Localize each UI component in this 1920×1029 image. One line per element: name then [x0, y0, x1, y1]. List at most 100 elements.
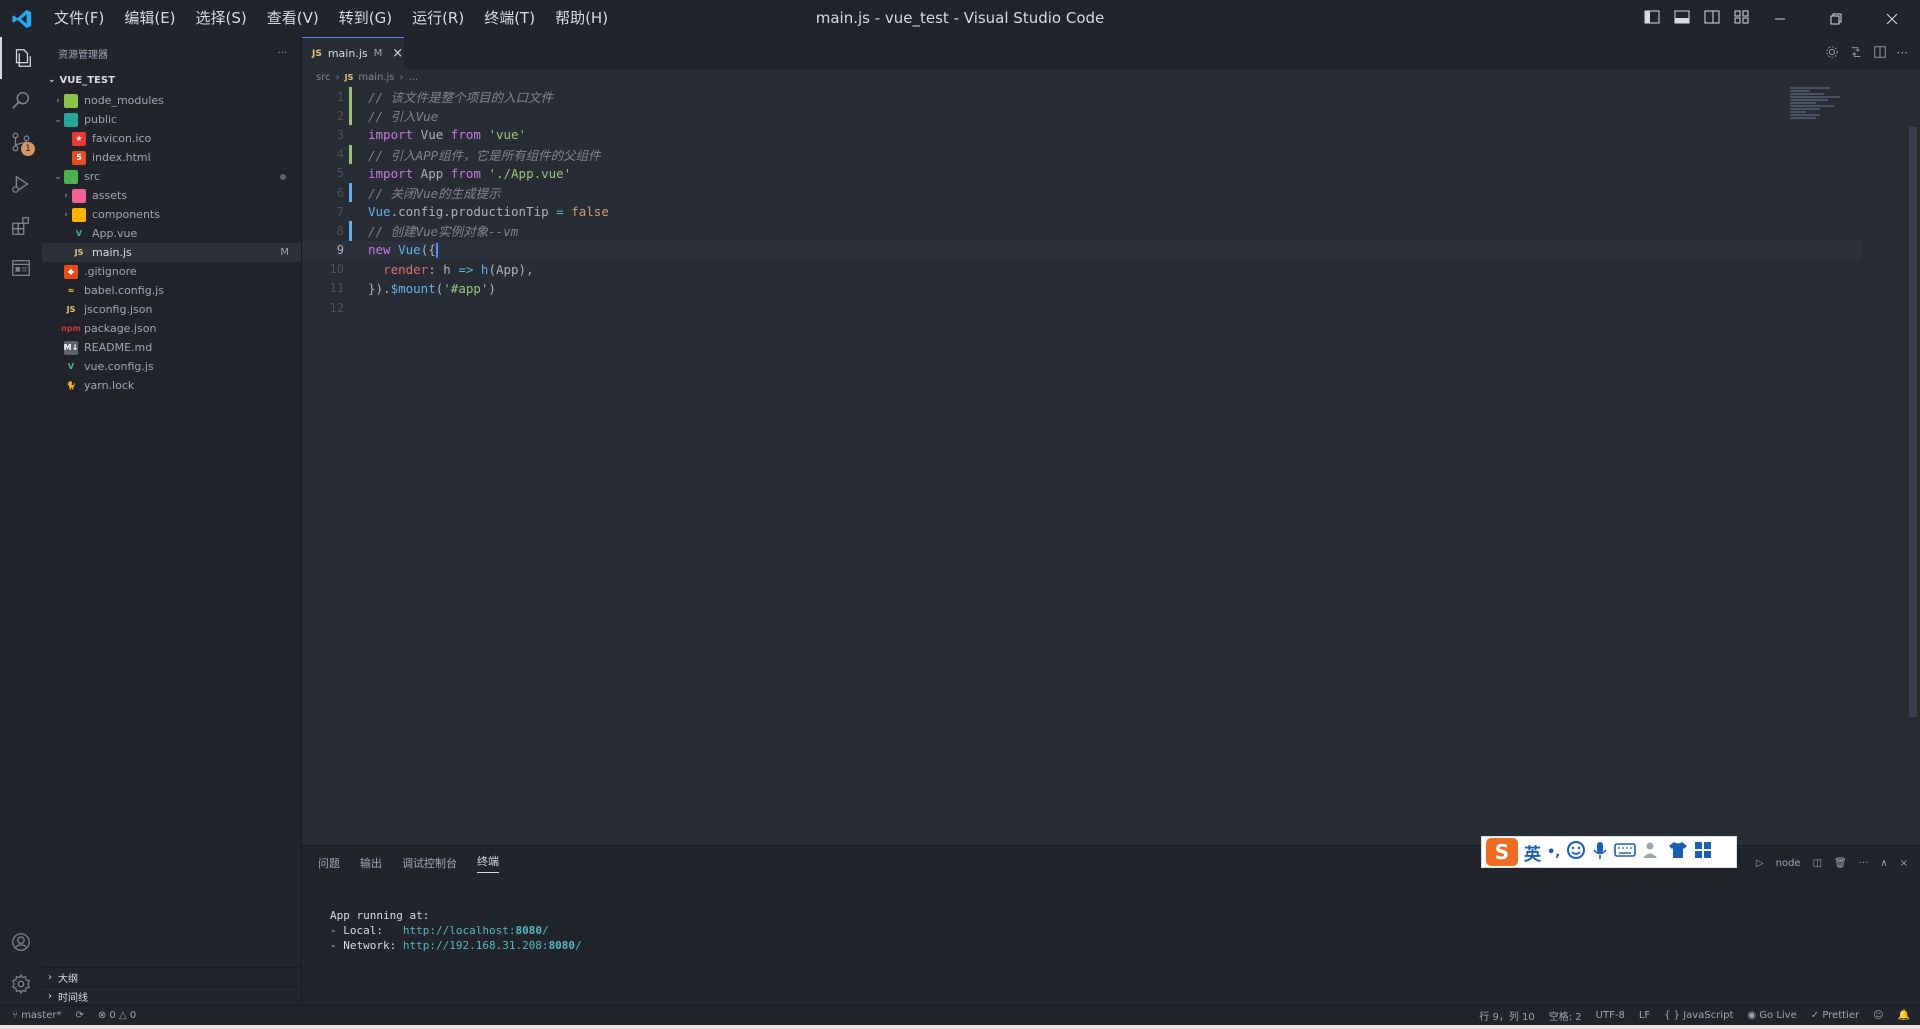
breadcrumb-symbol[interactable]: ...	[409, 72, 419, 83]
menu-view[interactable]: 查看(V)	[257, 0, 329, 37]
remote-explorer-icon[interactable]	[0, 247, 42, 289]
sogou-logo-icon[interactable]: S	[1486, 838, 1518, 866]
tree-item[interactable]: › assets	[42, 186, 301, 205]
tree-item[interactable]: ◆ .gitignore	[42, 262, 301, 281]
menu-help[interactable]: 帮助(H)	[545, 0, 618, 37]
search-icon[interactable]	[0, 79, 42, 121]
local-port[interactable]: 8080	[515, 924, 542, 937]
notifications-bell-icon[interactable]: 🔔	[1898, 1010, 1910, 1021]
settings-gear-icon[interactable]	[0, 963, 42, 1005]
close-window-icon[interactable]	[1864, 0, 1920, 37]
code-line[interactable]: 1 // 该文件是整个项目的入口文件	[302, 87, 1862, 107]
code-line[interactable]: 7 Vue.config.productionTip = false	[302, 202, 1862, 221]
more-actions-icon[interactable]: ···	[1859, 858, 1869, 869]
customize-layout-icon[interactable]	[1734, 9, 1750, 29]
breadcrumb-file[interactable]: main.js	[358, 72, 394, 83]
source-control-icon[interactable]: 1	[0, 121, 42, 163]
tree-item[interactable]: 🐈 yarn.lock	[42, 376, 301, 395]
menu-go[interactable]: 转到(G)	[329, 0, 402, 37]
tab-debug-console[interactable]: 调试控制台	[402, 855, 457, 871]
breadcrumb-src[interactable]: src	[316, 72, 331, 83]
sync-icon[interactable]: ⟳	[75, 1010, 83, 1021]
tab-terminal[interactable]: 终端	[477, 853, 499, 873]
code-line[interactable]: 8 // 创建Vue实例对象--vm	[302, 221, 1862, 241]
local-url-tail[interactable]: /	[542, 924, 549, 937]
go-live[interactable]: ◉ Go Live	[1747, 1010, 1796, 1021]
prettier[interactable]: ✓ Prettier	[1811, 1010, 1859, 1021]
skin-shirt-icon[interactable]	[1668, 841, 1688, 863]
tree-item[interactable]: ★ favicon.ico	[42, 129, 301, 148]
open-changes-icon[interactable]	[1849, 44, 1863, 63]
extensions-icon[interactable]	[0, 205, 42, 247]
menu-file[interactable]: 文件(F)	[44, 0, 114, 37]
close-panel-icon[interactable]: ×	[1900, 858, 1908, 869]
tree-item[interactable]: ⌄ src	[42, 167, 301, 186]
tree-item[interactable]: › components	[42, 205, 301, 224]
menu-terminal[interactable]: 终端(T)	[474, 0, 545, 37]
more-actions-icon[interactable]: ···	[277, 48, 287, 59]
tree-item[interactable]: V App.vue	[42, 224, 301, 243]
scrollbar-thumb[interactable]	[1909, 127, 1917, 717]
minimap[interactable]	[1790, 87, 1850, 127]
minimize-icon[interactable]	[1752, 0, 1808, 37]
menu-selection[interactable]: 选择(S)	[186, 0, 257, 37]
ime-mode[interactable]: 英	[1524, 840, 1541, 865]
toggle-secondary-sidebar-icon[interactable]	[1704, 9, 1720, 29]
tab-problems[interactable]: 问题	[318, 855, 340, 871]
accounts-icon[interactable]	[0, 921, 42, 963]
code-editor[interactable]: 1 // 该文件是整个项目的入口文件 2 // 引入Vue 3 import Vue fr…	[302, 87, 1862, 317]
code-line[interactable]: 6 // 关闭Vue的生成提示	[302, 182, 1862, 203]
tree-item[interactable]: M↓ README.md	[42, 338, 301, 357]
toggle-panel-icon[interactable]	[1674, 9, 1690, 29]
indentation[interactable]: 空格: 2	[1549, 1008, 1582, 1023]
added-line-marker[interactable]	[349, 87, 352, 107]
tab-output[interactable]: 输出	[360, 855, 382, 871]
added-line-marker[interactable]	[349, 106, 352, 126]
keyboard-icon[interactable]	[1614, 842, 1637, 862]
terminal-output[interactable]: App running at: - Local: http://localhos…	[330, 908, 582, 953]
maximize-panel-icon[interactable]: ∧	[1880, 858, 1887, 869]
tab-main-js[interactable]: JS main.js M ×	[302, 37, 404, 69]
tree-item[interactable]: Vvue.config.js	[42, 357, 301, 376]
local-url[interactable]: http://localhost:	[403, 924, 516, 937]
network-url[interactable]: http://192.168.31.208:	[403, 939, 549, 952]
menu-run[interactable]: 运行(R)	[402, 0, 474, 37]
split-editor-icon[interactable]	[1873, 44, 1887, 63]
timeline-section[interactable]: › 时间线	[42, 986, 301, 1005]
toggle-sidebar-icon[interactable]	[1644, 9, 1660, 29]
branch-status[interactable]: ⑂ master*	[12, 1010, 61, 1021]
code-line[interactable]: 5 import App from './App.vue'	[302, 164, 1862, 183]
tree-item[interactable]: ⌄ public	[42, 110, 301, 129]
tree-item[interactable]: ≈ babel.config.js	[42, 281, 301, 300]
emoji-icon[interactable]	[1566, 840, 1586, 864]
code-line[interactable]: 3 import Vue from 'vue'	[302, 125, 1862, 144]
split-terminal-icon[interactable]: ◫	[1813, 858, 1822, 869]
modified-line-marker[interactable]	[349, 221, 352, 241]
terminal-shell-label[interactable]: node	[1776, 858, 1801, 869]
user-icon[interactable]	[1642, 841, 1662, 863]
ime-punct[interactable]: •,	[1547, 845, 1560, 860]
vertical-scrollbar[interactable]	[1906, 87, 1920, 717]
explorer-icon[interactable]	[0, 37, 42, 79]
close-tab-icon[interactable]: ×	[392, 46, 403, 61]
tree-item[interactable]: › node_modules	[42, 91, 301, 110]
problems-status[interactable]: ⊗ 0 △ 0	[98, 1010, 136, 1021]
toolbox-grid-icon[interactable]	[1694, 841, 1712, 863]
added-line-marker[interactable]	[349, 144, 352, 164]
code-line[interactable]: 4 // 引入APP组件，它是所有组件的父组件	[302, 144, 1862, 164]
code-line[interactable]: 2 // 引入Vue	[302, 106, 1862, 126]
code-line[interactable]: 11}).$mount('#app')	[302, 279, 1862, 298]
tree-item[interactable]: JS main.js M	[42, 243, 301, 262]
encoding[interactable]: UTF-8	[1596, 1010, 1625, 1021]
tree-item[interactable]: JS jsconfig.json	[42, 300, 301, 319]
code-line[interactable]: 10 render: h => h(App),	[302, 260, 1862, 279]
run-debug-icon[interactable]	[0, 163, 42, 205]
tree-item[interactable]: 5 index.html	[42, 148, 301, 167]
end-of-line[interactable]: LF	[1639, 1010, 1650, 1021]
more-actions-icon[interactable]: ···	[1897, 46, 1908, 60]
cursor-position[interactable]: 行 9，列 10	[1479, 1008, 1534, 1023]
menu-edit[interactable]: 编辑(E)	[114, 0, 185, 37]
microphone-icon[interactable]	[1592, 840, 1608, 864]
tree-item[interactable]: npm package.json	[42, 319, 301, 338]
outline-section[interactable]: › 大纲	[42, 967, 301, 986]
